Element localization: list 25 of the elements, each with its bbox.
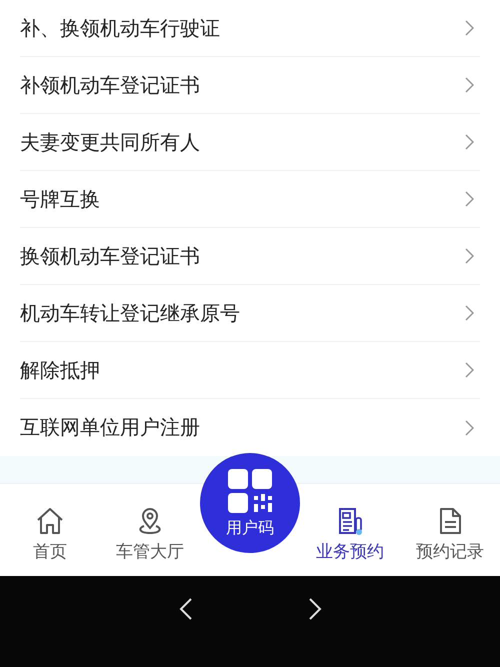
service-item[interactable]: 互联网单位用户注册 [20, 399, 480, 456]
tab-item[interactable]: 业务预约 [300, 484, 400, 576]
chevron-right-icon [465, 305, 474, 321]
service-item[interactable]: 换领机动车登记证书 [20, 228, 480, 285]
service-item[interactable]: 补、换领机动车行驶证 [20, 0, 480, 57]
tab-item[interactable]: 车管大厅 [100, 484, 200, 576]
user-code-button[interactable]: 用户码 [200, 453, 300, 553]
forward-icon[interactable] [308, 598, 322, 620]
service-item[interactable]: 补领机动车登记证书 [20, 57, 480, 114]
qr-code-icon [227, 468, 273, 514]
chevron-right-icon [465, 20, 474, 36]
chevron-right-icon [465, 248, 474, 264]
service-item[interactable]: 夫妻变更共同所有人 [20, 114, 480, 171]
chevron-right-icon [465, 420, 474, 436]
tab-item[interactable]: 预约记录 [400, 484, 500, 576]
service-item[interactable]: 机动车转让登记继承原号 [20, 285, 480, 342]
back-icon[interactable] [178, 598, 192, 620]
chevron-right-icon [465, 134, 474, 150]
chevron-right-icon [465, 191, 474, 207]
chevron-right-icon [465, 77, 474, 93]
tab-item[interactable]: 首页 [0, 484, 100, 576]
service-item[interactable]: 解除抵押 [20, 342, 480, 399]
home-icon [35, 506, 65, 536]
service-item[interactable]: 号牌互换 [20, 171, 480, 228]
chevron-right-icon [465, 362, 474, 378]
